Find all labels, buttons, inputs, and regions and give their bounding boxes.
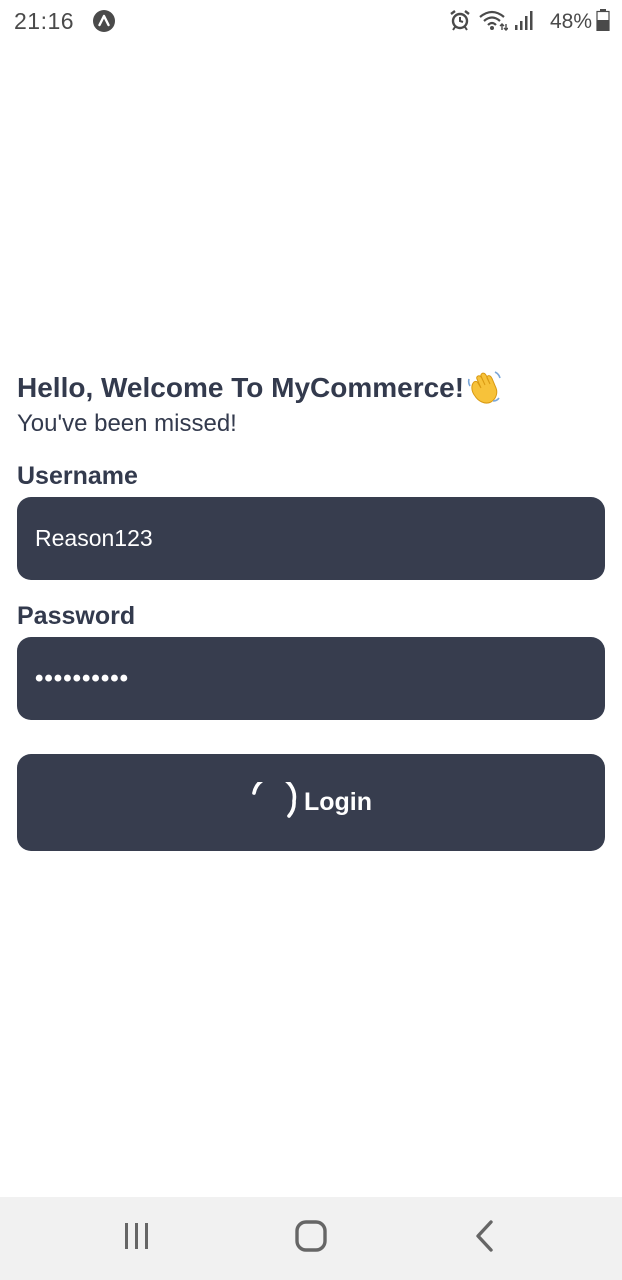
- back-icon: [472, 1219, 498, 1258]
- waving-hand-icon: [466, 370, 502, 406]
- app-notification-icon: [92, 9, 116, 33]
- recent-apps-icon: [121, 1221, 153, 1256]
- login-button[interactable]: Login: [17, 754, 605, 851]
- status-bar: 21:16 48%: [0, 0, 622, 44]
- recent-apps-button[interactable]: [112, 1215, 162, 1261]
- home-icon: [294, 1219, 328, 1258]
- alarm-icon: [448, 8, 472, 37]
- welcome-header: Hello, Welcome To MyCommerce!: [17, 366, 605, 410]
- wifi-icon: [478, 8, 509, 37]
- username-label: Username: [17, 462, 138, 490]
- page-subtitle: You've been missed!: [17, 410, 237, 437]
- page-title: Hello, Welcome To MyCommerce!: [17, 372, 465, 403]
- home-button[interactable]: [286, 1215, 336, 1261]
- battery-percent: 48%: [549, 10, 592, 33]
- back-button[interactable]: [460, 1215, 510, 1261]
- login-screen: 21:16 48% Hello, Welcome To MyCommerce! …: [0, 0, 622, 1280]
- username-value: Reason123: [35, 525, 153, 551]
- password-input[interactable]: ••••••••••: [17, 637, 605, 720]
- password-label: Password: [17, 602, 136, 630]
- status-time: 21:16: [14, 8, 75, 34]
- login-form: Hello, Welcome To MyCommerce! You've bee…: [17, 366, 605, 851]
- system-nav-bar: [0, 1197, 622, 1280]
- username-input[interactable]: Reason123: [17, 497, 605, 580]
- signal-icon: [514, 9, 536, 36]
- status-icons: 48%: [448, 8, 610, 36]
- battery-icon: [596, 8, 610, 36]
- password-value: ••••••••••: [35, 664, 130, 692]
- login-button-label: Login: [303, 788, 373, 816]
- loading-spinner-icon: [250, 774, 300, 824]
